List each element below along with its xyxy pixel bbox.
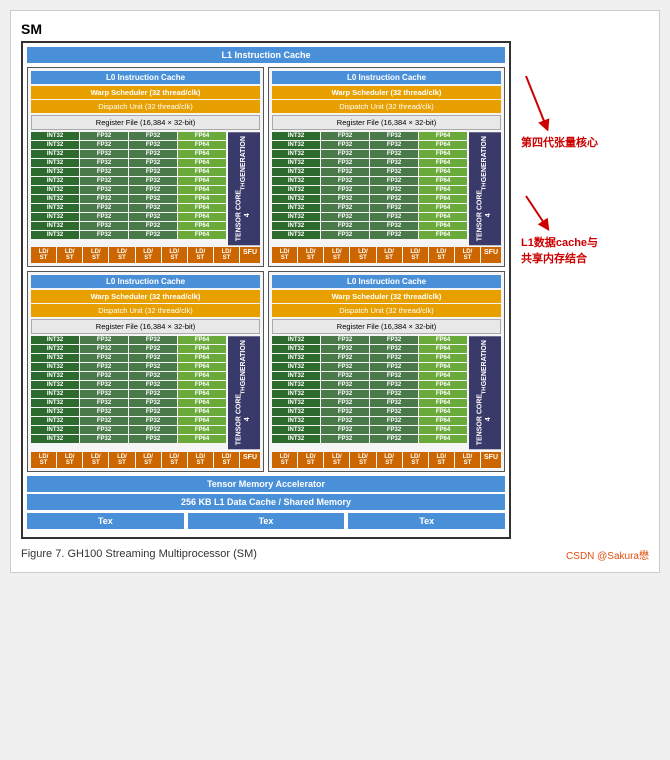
sfu-row-4: LD/ST LD/ST LD/ST LD/ST LD/ST LD/ST LD/S… [272,452,501,468]
quadrant-3: L0 Instruction Cache Warp Scheduler (32 … [27,271,264,471]
register-area-2: INT32FP32FP32FP64 INT32FP32FP32FP64 INT3… [272,132,501,245]
l1-instruction-cache-top: L1 Instruction Cache [27,47,505,63]
figure-caption: Figure 7. GH100 Streaming Multiprocessor… [21,547,649,562]
warp-scheduler-4: Warp Scheduler (32 thread/clk) [272,290,501,303]
tensor-core-badge-2: TENSOR CORE4TH GENERATION [469,132,501,245]
tensor-core-badge-3: TENSOR CORE4TH GENERATION [228,336,260,449]
quad-grid: L0 Instruction Cache Warp Scheduler (32 … [27,67,505,472]
annotations-panel: 第四代张量核心 L1数据cache与共享内存结合 [521,41,641,267]
reg-rows-2: INT32FP32FP32FP64 INT32FP32FP32FP64 INT3… [272,132,467,245]
annotation-text-l1cache: L1数据cache与共享内存结合 [521,236,641,267]
tex-cell-2: Tex [188,513,345,529]
warp-scheduler-1: Warp Scheduler (32 thread/clk) [31,86,260,99]
csdn-credit: CSDN @Sakura懋 [566,547,649,562]
register-area-3: INT32FP32FP32FP64 INT32FP32FP32FP64 INT3… [31,336,260,449]
warp-scheduler-3: Warp Scheduler (32 thread/clk) [31,290,260,303]
tensor-core-badge-4: TENSOR CORE4TH GENERATION [469,336,501,449]
page-container: SM L1 Instruction Cache L0 Instruction C… [10,10,660,573]
tensor-core-badge-1: TENSOR CORE4TH GENERATION [228,132,260,245]
annotation-l1cache: L1数据cache与共享内存结合 [521,191,641,267]
annotation-text-tensor: 第四代张量核心 [521,136,641,151]
register-file-4: Register File (16,384 × 32-bit) [272,319,501,334]
l1-data-cache: 256 KB L1 Data Cache / Shared Memory [27,494,505,510]
dispatch-unit-4: Dispatch Unit (32 thread/clk) [272,304,501,317]
dispatch-unit-1: Dispatch Unit (32 thread/clk) [31,100,260,113]
annotation-tensor-core: 第四代张量核心 [521,71,641,151]
l0-cache-1: L0 Instruction Cache [31,71,260,84]
dispatch-unit-3: Dispatch Unit (32 thread/clk) [31,304,260,317]
arrow-tensor-icon [521,71,551,131]
reg-rows-1: INT32FP32FP32FP64 INT32FP32FP32FP64 INT3… [31,132,226,245]
quadrant-2: L0 Instruction Cache Warp Scheduler (32 … [268,67,505,267]
figure-caption-text: Figure 7. GH100 Streaming Multiprocessor… [21,548,257,560]
register-file-1: Register File (16,384 × 32-bit) [31,115,260,130]
register-area-4: INT32FP32FP32FP64 INT32FP32FP32FP64 INT3… [272,336,501,449]
sfu-row-2: LD/ST LD/ST LD/ST LD/ST LD/ST LD/ST LD/S… [272,247,501,263]
reg-rows-3: INT32FP32FP32FP64 INT32FP32FP32FP64 INT3… [31,336,226,449]
l0-cache-2: L0 Instruction Cache [272,71,501,84]
sm-diagram: L1 Instruction Cache L0 Instruction Cach… [21,41,511,539]
sm-label: SM [21,21,649,37]
register-area-1: INT32FP32FP32FP64 INT32FP32FP32FP64 INT3… [31,132,260,245]
sfu-row-3: LD/ST LD/ST LD/ST LD/ST LD/ST LD/ST LD/S… [31,452,260,468]
warp-scheduler-2: Warp Scheduler (32 thread/clk) [272,86,501,99]
tex-cell-3: Tex [348,513,505,529]
register-file-2: Register File (16,384 × 32-bit) [272,115,501,130]
l0-cache-3: L0 Instruction Cache [31,275,260,288]
quadrant-1: L0 Instruction Cache Warp Scheduler (32 … [27,67,264,267]
tex-row: Tex Tex Tex [27,513,505,529]
tex-cell-1: Tex [27,513,184,529]
reg-rows-4: INT32FP32FP32FP64 INT32FP32FP32FP64 INT3… [272,336,467,449]
sfu-row-1: LD/ST LD/ST LD/ST LD/ST LD/ST LD/ST LD/S… [31,247,260,263]
sm-outer: L1 Instruction Cache L0 Instruction Cach… [21,41,511,539]
arrow-l1cache-icon [521,191,551,231]
tensor-memory-accelerator: Tensor Memory Accelerator [27,476,505,492]
quadrant-4: L0 Instruction Cache Warp Scheduler (32 … [268,271,505,471]
l0-cache-4: L0 Instruction Cache [272,275,501,288]
dispatch-unit-2: Dispatch Unit (32 thread/clk) [272,100,501,113]
register-file-3: Register File (16,384 × 32-bit) [31,319,260,334]
